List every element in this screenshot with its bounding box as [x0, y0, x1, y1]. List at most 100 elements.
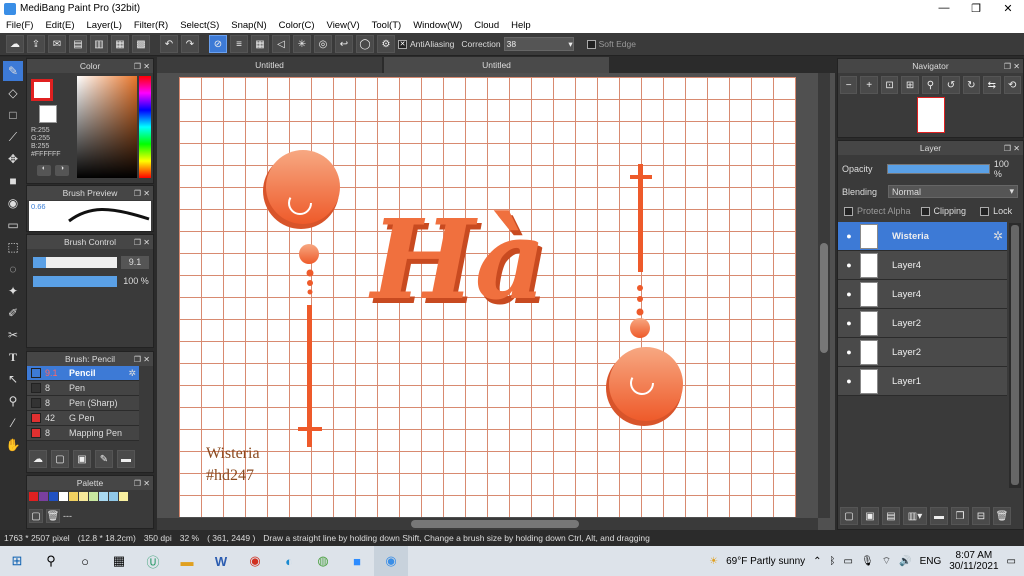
snap-radial-icon[interactable]: ✳ [293, 35, 311, 53]
hand-tool-icon[interactable]: ✋ [3, 435, 23, 455]
visibility-icon[interactable]: ● [838, 376, 860, 386]
search-icon[interactable]: ⚲ [34, 546, 68, 576]
wifi-icon[interactable]: ⌔ [882, 555, 891, 568]
brush-opacity-slider[interactable] [33, 276, 117, 287]
brush-new-icon[interactable]: ▢ [51, 450, 69, 468]
rotate-left-icon[interactable]: ↺ [942, 76, 960, 94]
panel-close-icon[interactable]: ❐ ✕ [134, 238, 150, 247]
zoom-actual-icon[interactable]: ⊞ [901, 76, 919, 94]
select-tool-icon[interactable]: ⬚ [3, 237, 23, 257]
palette-swatch[interactable] [99, 492, 108, 501]
file-explorer-icon[interactable]: ▬ [170, 546, 204, 576]
new-halftone-layer-icon[interactable]: ▣ [861, 507, 879, 525]
bucket-tool-icon[interactable]: ◉ [3, 193, 23, 213]
chrome-icon[interactable]: ◉ [238, 546, 272, 576]
palette-swatch[interactable] [29, 492, 38, 501]
new-8bit-layer-icon[interactable]: ▤ [882, 507, 900, 525]
fit-icon[interactable]: ⊡ [880, 76, 899, 94]
fill-rect-tool-icon[interactable]: ■ [3, 171, 23, 191]
layer-row[interactable]: ● Wisteria ✲ [838, 222, 1007, 251]
start-icon[interactable]: ⊞ [0, 546, 34, 576]
brush-size-slider[interactable] [33, 257, 117, 268]
snap-curve-icon[interactable]: ↩ [335, 35, 353, 53]
cloud-icon[interactable]: ☁ [6, 35, 24, 53]
visibility-icon[interactable]: ● [838, 289, 860, 299]
word-icon[interactable]: W [204, 546, 238, 576]
magic-wand-tool-icon[interactable]: ✦ [3, 281, 23, 301]
undo-icon[interactable]: ↶ [160, 35, 178, 53]
network-icon[interactable]: ▭ [844, 556, 853, 567]
lock-checkbox[interactable] [980, 206, 990, 216]
tab-untitled-1[interactable]: Untitled [157, 57, 382, 73]
redo-icon[interactable]: ↷ [181, 35, 199, 53]
snap-off-icon[interactable]: ⊘ [209, 35, 227, 53]
palette-swatch[interactable] [119, 492, 128, 501]
add-layer-menu-icon[interactable]: ▥▾ [903, 507, 927, 525]
layer-row[interactable]: ● Layer1 [838, 367, 1007, 396]
palette-swatch[interactable] [69, 492, 78, 501]
brush-item[interactable]: 9.1 Pencil ✲ [27, 366, 139, 381]
line-tool-icon[interactable]: ⟋ [3, 127, 23, 147]
snap-ellipse-icon[interactable]: ◯ [356, 35, 374, 53]
layer-opacity-slider[interactable] [887, 164, 990, 174]
chevron-up-icon[interactable]: ⌃ [813, 556, 821, 567]
snap-circle-icon[interactable]: ◎ [314, 35, 332, 53]
correction-select[interactable]: 38 ▾ [503, 37, 574, 51]
panel-close-icon[interactable]: ❐ ✕ [1004, 62, 1020, 71]
tab-untitled-2[interactable]: Untitled [384, 57, 609, 73]
layer-folder-icon[interactable]: ▬ [930, 507, 948, 525]
palette-swatch[interactable] [39, 492, 48, 501]
menu-snap[interactable]: Snap(N) [225, 20, 272, 31]
bluetooth-icon[interactable]: ᛒ [830, 556, 836, 567]
background-color-swatch[interactable] [39, 105, 57, 123]
new-layer-icon[interactable]: ▢ [840, 507, 858, 525]
menu-view[interactable]: View(V) [321, 20, 366, 31]
layer-scroll-thumb[interactable] [1011, 225, 1019, 485]
palette-more[interactable]: --- [63, 511, 72, 521]
protect-alpha-checkbox[interactable] [844, 206, 853, 216]
divide-tool-icon[interactable]: ⁄ [3, 413, 23, 433]
layer-row[interactable]: ● Layer2 [838, 338, 1007, 367]
flip-icon[interactable]: ⇆ [983, 76, 1001, 94]
saturation-picker[interactable] [77, 76, 137, 178]
menu-file[interactable]: File(F) [0, 20, 39, 31]
language-indicator[interactable]: ENG [920, 556, 942, 567]
menu-window[interactable]: Window(W) [407, 20, 468, 31]
reset-view-icon[interactable]: ⟲ [1003, 76, 1021, 94]
brush-item[interactable]: 8 Pen [27, 381, 139, 396]
horizontal-scroll-thumb[interactable] [411, 520, 579, 528]
palette-swatch[interactable] [89, 492, 98, 501]
brush-edit-icon[interactable]: ✎ [95, 450, 113, 468]
visibility-icon[interactable]: ● [838, 347, 860, 357]
panel-close-icon[interactable]: ❐ ✕ [134, 62, 150, 71]
palette-delete-icon[interactable]: 🗑 [46, 509, 60, 523]
zoom-out-icon[interactable]: − [840, 76, 858, 94]
menu-layer[interactable]: Layer(L) [81, 20, 128, 31]
vertical-scroll-thumb[interactable] [820, 243, 828, 353]
select-pen-tool-icon[interactable]: ✐ [3, 303, 23, 323]
color-mode-icon[interactable]: ◐ [37, 165, 51, 176]
edge-icon[interactable]: ◐ [272, 546, 306, 576]
soft-edge-checkbox[interactable] [586, 39, 596, 49]
brush-size-value[interactable]: 9.1 [121, 256, 149, 269]
brush-item[interactable]: 8 Mapping Pen [27, 426, 139, 441]
panel-close-icon[interactable]: ❐ ✕ [134, 479, 150, 488]
palette-swatch[interactable] [59, 492, 68, 501]
hue-slider[interactable] [139, 76, 151, 178]
operation-tool-icon[interactable]: ↖ [3, 369, 23, 389]
panel-close-icon[interactable]: ❐ ✕ [1004, 144, 1020, 153]
chat-icon[interactable]: ✉ [48, 35, 66, 53]
maximize-button[interactable]: ❐ [960, 2, 992, 15]
layer-settings-icon[interactable]: ✲ [993, 229, 1003, 243]
delete-layer-icon[interactable]: 🗑 [993, 507, 1011, 525]
mic-icon[interactable]: 🎙 [861, 556, 874, 567]
rotate-right-icon[interactable]: ↻ [962, 76, 981, 94]
app-u-icon[interactable]: Ⓤ [136, 546, 170, 576]
foreground-color-swatch[interactable] [31, 79, 53, 101]
palette-add-icon[interactable]: ▢ [29, 509, 43, 523]
eraser-tool-icon[interactable]: ◇ [3, 83, 23, 103]
menu-color[interactable]: Color(C) [273, 20, 321, 31]
eyedropper-tool-icon[interactable]: ⚲ [3, 391, 23, 411]
color-add-icon[interactable]: ◑ [55, 165, 69, 176]
rect-tool-icon[interactable]: □ [3, 105, 23, 125]
